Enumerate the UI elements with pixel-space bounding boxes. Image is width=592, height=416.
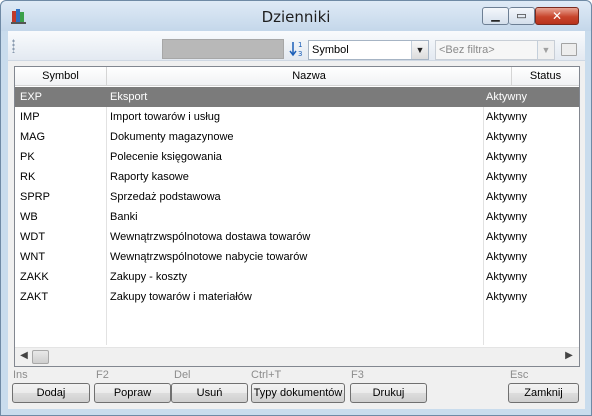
scroll-left-icon[interactable]: ◀ — [16, 350, 32, 365]
cell-symbol: EXP — [20, 91, 43, 103]
sort-ascending-icon[interactable]: 1 3 — [289, 40, 305, 58]
cell-symbol: MAG — [20, 131, 46, 143]
filter-value: <Bez filtra> — [439, 44, 495, 56]
cell-nazwa: Wewnątrzwspólnotowa dostawa towarów — [110, 231, 311, 243]
filter-select[interactable]: <Bez filtra> ▼ — [435, 40, 555, 60]
minimize-icon: ▁ — [491, 9, 500, 22]
svg-text:1: 1 — [298, 41, 302, 49]
minimize-button[interactable]: ▁ — [482, 7, 509, 25]
table-row[interactable]: ZAKT Zakupy towarów i materiałów Aktywny — [15, 287, 579, 307]
table-row[interactable]: SPRP Sprzedaż podstawowa Aktywny — [15, 187, 579, 207]
table-row[interactable]: PK Polecenie księgowania Aktywny — [15, 147, 579, 167]
cell-nazwa: Sprzedaż podstawowa — [110, 191, 221, 203]
cell-status: Aktywny — [486, 111, 527, 123]
column-header-symbol[interactable]: Symbol — [15, 70, 106, 82]
cell-nazwa: Raporty kasowe — [110, 171, 189, 183]
sort-field-value: Symbol — [312, 44, 349, 56]
chevron-down-icon[interactable]: ▼ — [411, 41, 428, 59]
cell-symbol: ZAKK — [20, 271, 49, 283]
table-row[interactable]: ZAKK Zakupy - koszty Aktywny — [15, 267, 579, 287]
cell-status: Aktywny — [486, 191, 527, 203]
table-header: Symbol Nazwa Status — [15, 67, 579, 86]
cell-status: Aktywny — [486, 211, 527, 223]
table-row[interactable]: WB Banki Aktywny — [15, 207, 579, 227]
shortcut-esc: Esc — [510, 369, 529, 381]
shortcut-ctrl-t: Ctrl+T — [251, 369, 282, 381]
cell-nazwa: Zakupy - koszty — [110, 271, 188, 283]
table-body: EXP Eksport Aktywny IMP Import towarów i usł… — [15, 87, 579, 345]
document-types-button[interactable]: Typy dokumentów — [251, 383, 345, 403]
cell-nazwa: Dokumenty magazynowe — [110, 131, 234, 143]
table-row[interactable]: EXP Eksport Aktywny — [15, 87, 579, 107]
cell-status: Aktywny — [486, 271, 527, 283]
cell-nazwa: Polecenie księgowania — [110, 151, 222, 163]
chevron-down-icon[interactable]: ▼ — [537, 41, 554, 59]
cell-nazwa: Banki — [110, 211, 138, 223]
sort-digits-icon: 1 3 — [289, 41, 302, 58]
cell-status: Aktywny — [486, 91, 527, 103]
cell-symbol: WNT — [20, 251, 46, 263]
cell-symbol: SPRP — [20, 191, 50, 203]
cell-status: Aktywny — [486, 251, 527, 263]
cell-nazwa: Eksport — [110, 91, 148, 103]
cell-symbol: IMP — [20, 111, 40, 123]
cell-status: Aktywny — [486, 231, 527, 243]
scrollbar-thumb[interactable] — [32, 350, 49, 364]
close-dialog-button[interactable]: Zamknij — [508, 383, 579, 403]
client-area: 1 3 Symbol ▼ <Bez filtra> ▼ Symbol Nazwa… — [8, 31, 585, 409]
add-button[interactable]: Dodaj — [12, 383, 90, 403]
print-button[interactable]: Drukuj — [350, 383, 427, 403]
cell-nazwa: Zakupy towarów i materiałów — [110, 291, 252, 303]
close-button[interactable]: ✕ — [535, 7, 579, 25]
close-icon: ✕ — [551, 9, 563, 23]
column-header-nazwa[interactable]: Nazwa — [107, 70, 511, 82]
shortcut-ins: Ins — [13, 369, 28, 381]
cell-symbol: WDT — [20, 231, 46, 243]
folder-icon[interactable] — [561, 43, 577, 56]
sort-field-select[interactable]: Symbol ▼ — [308, 40, 429, 60]
cell-symbol: ZAKT — [20, 291, 49, 303]
cell-status: Aktywny — [486, 171, 527, 183]
cell-nazwa: Import towarów i usług — [110, 111, 221, 123]
table-row[interactable]: WNT Wewnątrzwspólnotowe nabycie towarów Ak… — [15, 247, 579, 267]
cell-symbol: RK — [20, 171, 36, 183]
maximize-icon: ▭ — [516, 9, 527, 22]
search-input[interactable] — [162, 39, 284, 59]
cell-status: Aktywny — [486, 131, 527, 143]
cell-status: Aktywny — [486, 151, 527, 163]
table-row[interactable]: MAG Dokumenty magazynowe Aktywny — [15, 127, 579, 147]
maximize-button[interactable]: ▭ — [509, 7, 535, 25]
svg-text:3: 3 — [298, 50, 302, 58]
cell-nazwa: Wewnątrzwspólnotowe nabycie towarów — [110, 251, 308, 263]
shortcut-del: Del — [174, 369, 191, 381]
cell-status: Aktywny — [486, 291, 527, 303]
column-header-status[interactable]: Status — [512, 70, 579, 82]
journals-table: Symbol Nazwa Status EXP Eksport Aktywny IMP… — [14, 66, 580, 367]
table-row[interactable]: IMP Import towarów i usług Aktywny — [15, 107, 579, 127]
table-row[interactable]: WDT Wewnątrzwspólnotowa dostawa towarów Ak… — [15, 227, 579, 247]
shortcut-f3: F3 — [351, 369, 364, 381]
toolbar: 1 3 Symbol ▼ <Bez filtra> ▼ — [8, 31, 585, 61]
toolbar-grip-icon[interactable] — [12, 39, 15, 53]
dialog-window: Dzienniki ▁ ▭ ✕ 1 3 Symbol ▼ <Bez filtra… — [0, 0, 592, 416]
table-row[interactable]: RK Raporty kasowe Aktywny — [15, 167, 579, 187]
scroll-right-icon[interactable]: ▶ — [561, 350, 577, 365]
edit-button[interactable]: Popraw — [94, 383, 171, 403]
cell-symbol: WB — [20, 211, 38, 223]
shortcut-f2: F2 — [96, 369, 109, 381]
horizontal-scrollbar[interactable]: ◀ ▶ — [15, 347, 579, 366]
cell-symbol: PK — [20, 151, 35, 163]
title-bar[interactable]: Dzienniki ▁ ▭ ✕ — [1, 1, 591, 31]
delete-button[interactable]: Usuń — [171, 383, 248, 403]
